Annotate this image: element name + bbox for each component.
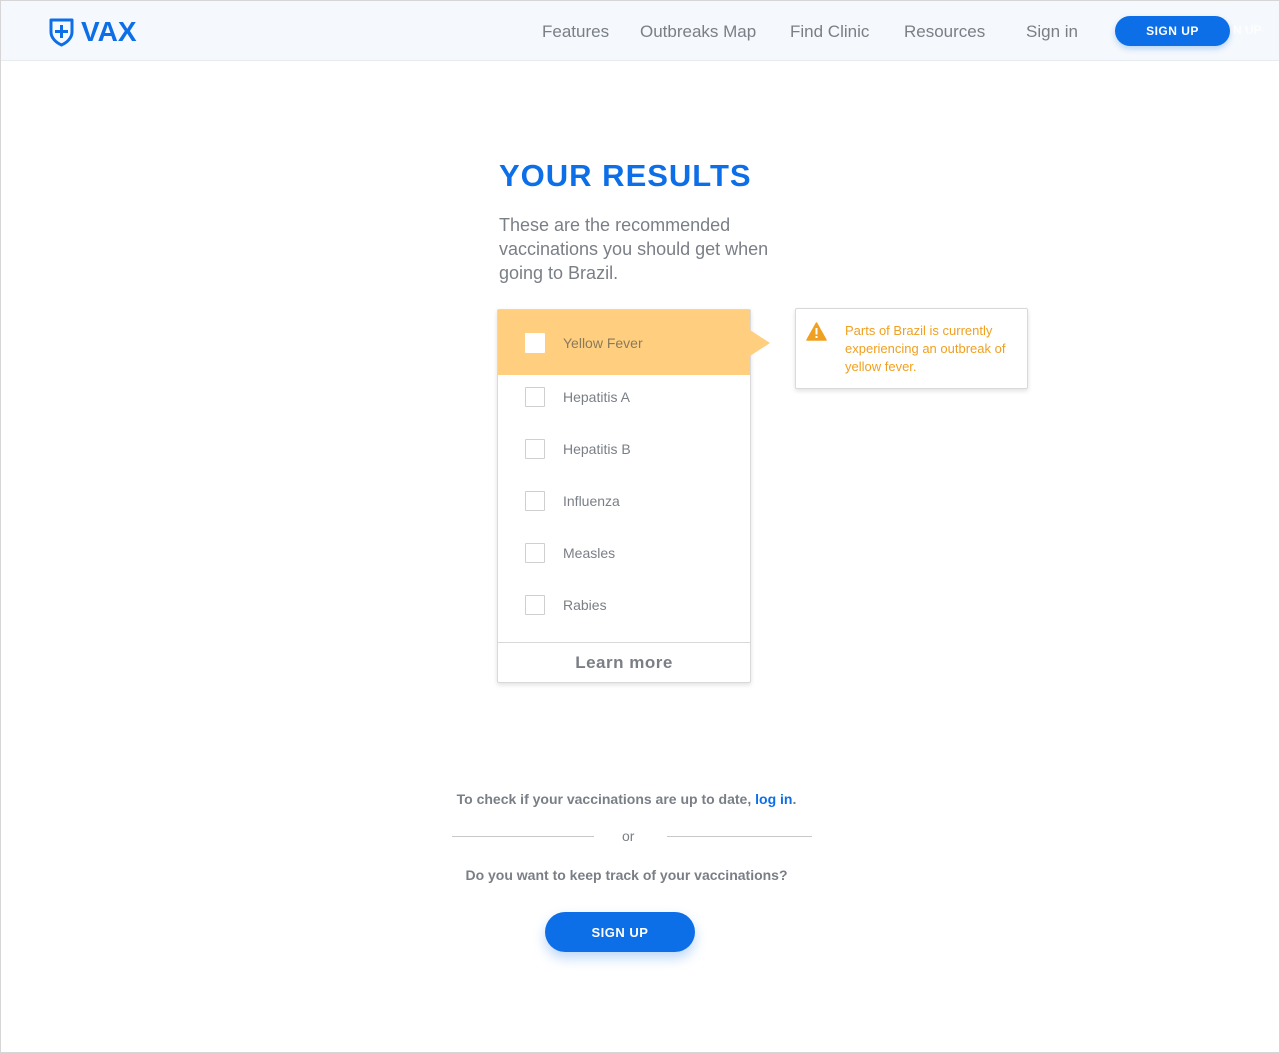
nav-link-outbreaks-map[interactable]: Outbreaks Map xyxy=(640,21,756,43)
nav-link-find-clinic[interactable]: Find Clinic xyxy=(790,21,869,43)
logo[interactable]: VAX xyxy=(48,17,137,47)
vaccination-item-influenza[interactable]: Influenza xyxy=(498,475,750,527)
divider-or-text: or xyxy=(622,828,635,844)
log-in-link[interactable]: log in xyxy=(755,791,792,807)
vaccination-item-hepatitis-a[interactable]: Hepatitis A xyxy=(498,371,750,423)
vaccination-checkbox[interactable] xyxy=(525,595,545,615)
divider-left xyxy=(452,836,594,837)
vaccination-item-hepatitis-b[interactable]: Hepatitis B xyxy=(498,423,750,475)
alert-text: Parts of Brazil is currently experiencin… xyxy=(845,323,1006,374)
vaccination-label: Hepatitis B xyxy=(563,441,631,457)
divider-right xyxy=(667,836,812,837)
warning-icon xyxy=(806,322,827,341)
vaccination-item-rabies[interactable]: Rabies xyxy=(498,579,750,631)
vaccination-label: Influenza xyxy=(563,493,620,509)
vaccination-label: Yellow Fever xyxy=(563,334,643,351)
nav-ghost-text: N UP xyxy=(1233,23,1262,37)
vaccination-checkbox[interactable] xyxy=(525,543,545,563)
nav-sign-up-button[interactable]: SIGN UP xyxy=(1115,16,1230,46)
vaccination-checkbox[interactable] xyxy=(525,387,545,407)
logo-text: VAX xyxy=(81,16,137,47)
results-title: YOUR RESULTS xyxy=(499,158,752,193)
nav-link-resources[interactable]: Resources xyxy=(904,21,985,43)
login-prompt-text: To check if your vaccinations are up to … xyxy=(456,791,756,807)
vaccination-item-yellow-fever[interactable]: Yellow Fever xyxy=(498,310,770,375)
results-description: These are the recommended vaccinations y… xyxy=(499,215,769,283)
vaccination-list-card: Yellow Fever Hepatitis A Hepatitis B Inf… xyxy=(497,309,770,683)
highlight-arrow-pointer xyxy=(750,330,770,356)
vaccination-checkbox[interactable] xyxy=(525,332,545,353)
vaccination-label: Measles xyxy=(563,545,616,561)
track-vaccinations-question: Do you want to keep track of your vaccin… xyxy=(465,867,788,883)
vaccination-label: Rabies xyxy=(563,597,607,613)
learn-more-button[interactable]: Learn more xyxy=(498,642,750,682)
vaccination-checkbox[interactable] xyxy=(525,491,545,511)
login-prompt: To check if your vaccinations are up to … xyxy=(0,791,1253,807)
login-prompt-suffix: . xyxy=(792,791,797,807)
vaccination-label: Hepatitis A xyxy=(563,389,630,405)
navbar: VAX Features Outbreaks Map Find Clinic R… xyxy=(1,1,1279,61)
vaccination-checkbox[interactable] xyxy=(525,439,545,459)
nav-link-sign-in[interactable]: Sign in xyxy=(1026,21,1078,43)
outbreak-alert: Parts of Brazil is currently experiencin… xyxy=(795,308,1028,389)
sign-up-button[interactable]: SIGN UP xyxy=(545,912,695,952)
vaccination-item-measles[interactable]: Measles xyxy=(498,527,750,579)
shield-plus-icon xyxy=(49,18,74,47)
nav-link-features[interactable]: Features xyxy=(542,21,609,43)
